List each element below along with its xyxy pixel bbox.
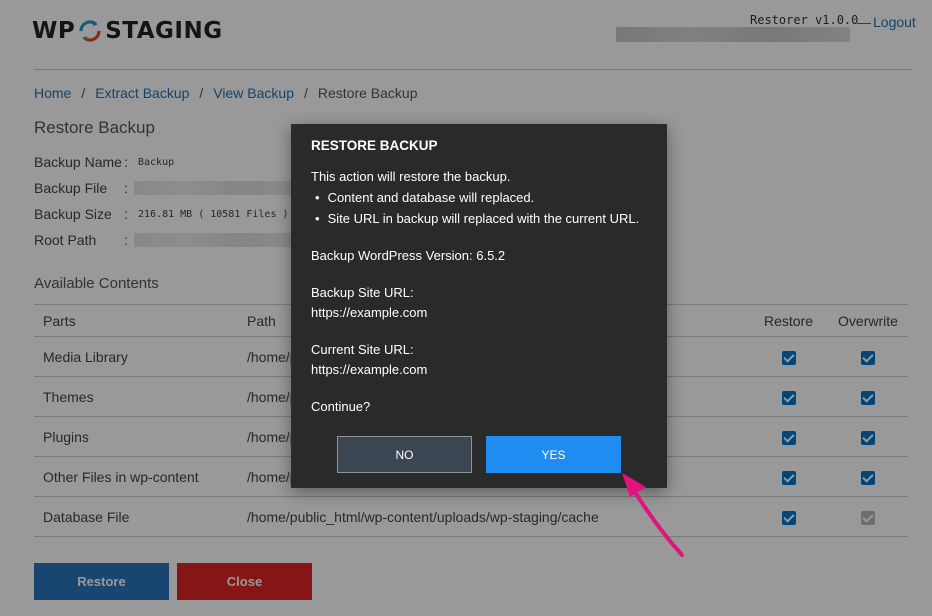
modal-current-url-block: Current Site URL: https://example.com	[311, 340, 647, 380]
modal-current-url: https://example.com	[311, 362, 428, 377]
yes-button[interactable]: YES	[486, 436, 621, 473]
modal-continue: Continue?	[311, 399, 371, 414]
modal-bullet: Content and database will replaced.	[315, 187, 647, 208]
modal-backup-url-block: Backup Site URL: https://example.com	[311, 283, 647, 323]
modal-bullet-list: Content and database will replaced. Site…	[311, 187, 647, 229]
no-button[interactable]: NO	[337, 436, 472, 473]
modal-backup-url-label: Backup Site URL:	[311, 285, 414, 300]
restore-backup-modal: RESTORE BACKUP This action will restore …	[291, 124, 667, 488]
modal-wp-version: Backup WordPress Version: 6.5.2	[311, 248, 506, 263]
modal-current-url-label: Current Site URL:	[311, 342, 414, 357]
modal-bullet: Site URL in backup will replaced with th…	[315, 208, 647, 229]
annotation-arrow-icon	[622, 473, 684, 557]
modal-intro: This action will restore the backup.	[311, 169, 511, 184]
modal-title: RESTORE BACKUP	[311, 138, 438, 153]
modal-backup-url: https://example.com	[311, 305, 428, 320]
